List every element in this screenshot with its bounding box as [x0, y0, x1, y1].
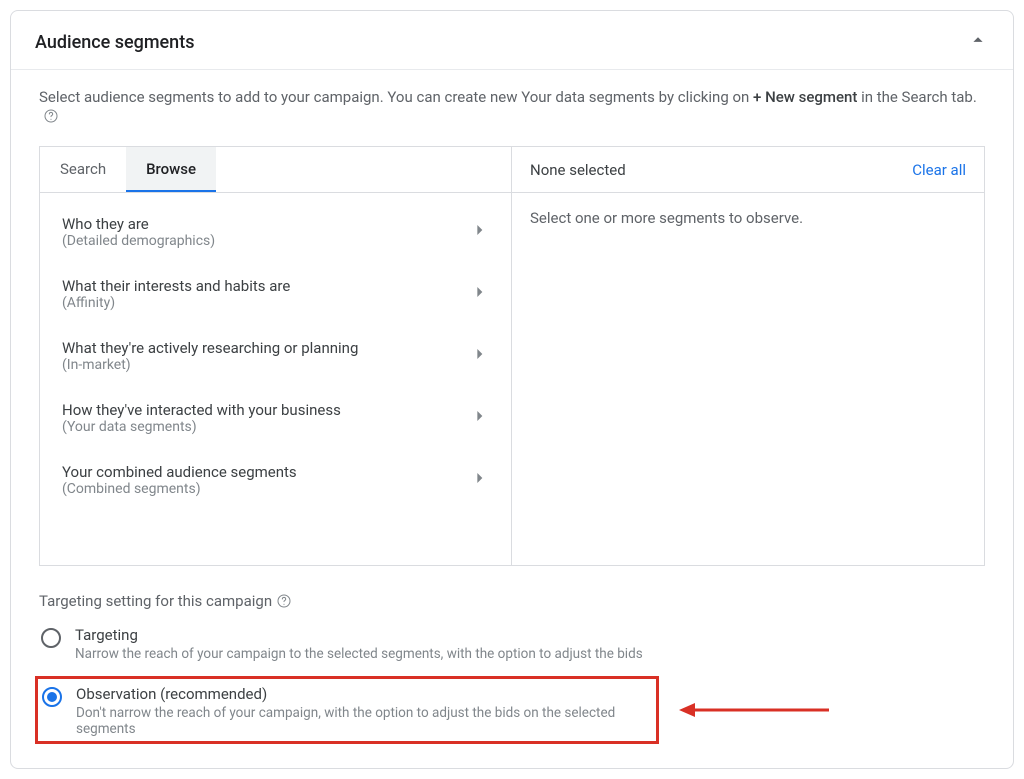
intro-bold: + New segment	[753, 88, 857, 106]
tab-search[interactable]: Search	[40, 147, 126, 192]
intro-text: Select audience segments to add to your …	[39, 88, 985, 124]
radio-desc: Narrow the reach of your campaign to the…	[75, 646, 643, 662]
annotation-arrow-icon	[679, 700, 829, 720]
browse-item-subtitle: (In-market)	[62, 357, 469, 373]
panel-right-header: None selected Clear all	[512, 147, 984, 193]
card-title: Audience segments	[35, 32, 194, 53]
browse-item-combined[interactable]: Your combined audience segments (Combine…	[40, 449, 511, 511]
intro-suffix: in the Search tab.	[857, 88, 976, 106]
chevron-right-icon	[469, 344, 489, 368]
chevron-right-icon	[469, 468, 489, 492]
clear-all-button[interactable]: Clear all	[912, 161, 966, 179]
browse-item-subtitle: (Affinity)	[62, 295, 469, 311]
radio-desc: Don't narrow the reach of your campaign,…	[76, 705, 652, 737]
chevron-up-icon[interactable]	[967, 29, 989, 55]
card-header[interactable]: Audience segments	[11, 11, 1013, 70]
radio-icon[interactable]	[41, 628, 61, 648]
targeting-section-label: Targeting setting for this campaign	[39, 592, 985, 610]
browse-item-affinity[interactable]: What their interests and habits are (Aff…	[40, 263, 511, 325]
observation-highlight-box: Observation (recommended) Don't narrow t…	[35, 676, 659, 744]
browse-item-title: What their interests and habits are	[62, 277, 469, 295]
browse-item-subtitle: (Detailed demographics)	[62, 233, 469, 249]
chevron-right-icon	[469, 406, 489, 430]
panel-right: None selected Clear all Select one or mo…	[512, 147, 984, 565]
none-selected-label: None selected	[530, 161, 626, 179]
radio-observation[interactable]: Observation (recommended) Don't narrow t…	[40, 685, 652, 737]
browse-item-inmarket[interactable]: What they're actively researching or pla…	[40, 325, 511, 387]
panel-right-hint: Select one or more segments to observe.	[512, 193, 984, 243]
radio-targeting[interactable]: Targeting Narrow the reach of your campa…	[39, 622, 985, 672]
radio-title: Targeting	[75, 626, 643, 644]
browse-item-subtitle: (Combined segments)	[62, 481, 469, 497]
browse-list: Who they are (Detailed demographics) Wha…	[40, 193, 511, 519]
help-icon[interactable]	[43, 108, 59, 124]
help-icon[interactable]	[276, 593, 292, 609]
browse-item-yourdata[interactable]: How they've interacted with your busines…	[40, 387, 511, 449]
browse-item-subtitle: (Your data segments)	[62, 419, 469, 435]
intro-prefix: Select audience segments to add to your …	[39, 88, 753, 106]
browse-item-title: What they're actively researching or pla…	[62, 339, 469, 357]
tab-browse[interactable]: Browse	[126, 147, 216, 192]
browse-item-demographics[interactable]: Who they are (Detailed demographics)	[40, 201, 511, 263]
segments-panels: Search Browse Who they are (Detailed dem…	[39, 146, 985, 566]
tabs: Search Browse	[40, 147, 511, 193]
card-body: Select audience segments to add to your …	[11, 70, 1013, 768]
radio-icon[interactable]	[42, 687, 62, 707]
browse-item-title: How they've interacted with your busines…	[62, 401, 469, 419]
chevron-right-icon	[469, 282, 489, 306]
browse-item-title: Who they are	[62, 215, 469, 233]
chevron-right-icon	[469, 220, 489, 244]
panel-left: Search Browse Who they are (Detailed dem…	[40, 147, 512, 565]
radio-title: Observation (recommended)	[76, 685, 652, 703]
audience-segments-card: Audience segments Select audience segmen…	[10, 10, 1014, 769]
targeting-label-text: Targeting setting for this campaign	[39, 592, 272, 610]
browse-item-title: Your combined audience segments	[62, 463, 469, 481]
